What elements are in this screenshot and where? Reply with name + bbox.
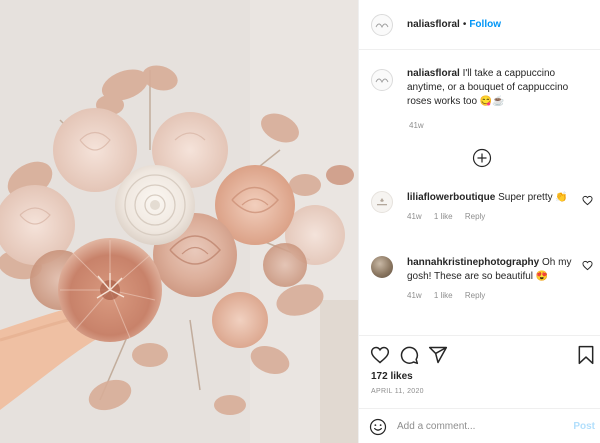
separator-dot: • bbox=[462, 19, 467, 30]
action-icons bbox=[370, 345, 594, 367]
comment-timestamp[interactable]: 41w bbox=[407, 212, 422, 221]
comment-likes[interactable]: 1 like bbox=[434, 291, 453, 300]
comment-item: hannahkristinephotography Oh my gosh! Th… bbox=[371, 256, 593, 303]
reply-button[interactable]: Reply bbox=[465, 212, 485, 221]
share-icon[interactable] bbox=[428, 345, 448, 365]
post-comment-button[interactable]: Post bbox=[573, 421, 595, 432]
heart-icon[interactable] bbox=[582, 260, 593, 271]
boutique-logo-icon bbox=[377, 198, 387, 206]
comment-body: liliaflowerboutique Super pretty 👏 41w 1… bbox=[407, 191, 577, 224]
bookmark-icon[interactable] bbox=[576, 345, 596, 365]
heart-icon[interactable] bbox=[370, 345, 390, 365]
comment-text: Super pretty 👏 bbox=[498, 192, 568, 203]
comment-meta: 41w 1 like Reply bbox=[407, 210, 577, 224]
post-actions: 172 likes APRIL 11, 2020 Post bbox=[359, 335, 600, 443]
comment-timestamp[interactable]: 41w bbox=[407, 291, 422, 300]
plus-circle-icon bbox=[472, 148, 492, 168]
comment-meta: 41w 1 like Reply bbox=[407, 289, 577, 303]
comment-item: liliaflowerboutique Super pretty 👏 41w 1… bbox=[371, 191, 593, 224]
naliasfloral-logo-icon bbox=[375, 23, 389, 28]
post-photo[interactable] bbox=[0, 0, 358, 443]
commenter-avatar[interactable] bbox=[371, 256, 393, 278]
comment-icon[interactable] bbox=[399, 345, 419, 365]
reply-button[interactable]: Reply bbox=[465, 291, 485, 300]
post-header: naliasfloral • Follow bbox=[359, 0, 600, 50]
follow-button[interactable]: Follow bbox=[469, 19, 501, 30]
load-more-comments-button[interactable] bbox=[472, 148, 492, 168]
instagram-post: naliasfloral • Follow naliasfloral I'll … bbox=[0, 0, 600, 443]
heart-icon[interactable] bbox=[582, 195, 593, 206]
smiley-icon[interactable] bbox=[369, 418, 387, 436]
comment-username[interactable]: hannahkristinephotography bbox=[407, 257, 539, 268]
bouquet-image bbox=[0, 0, 358, 443]
caption-timestamp[interactable]: 41w bbox=[409, 121, 424, 130]
post-date[interactable]: APRIL 11, 2020 bbox=[371, 388, 424, 395]
header-username[interactable]: naliasfloral bbox=[407, 19, 460, 30]
add-comment-input[interactable] bbox=[397, 421, 567, 432]
naliasfloral-logo-icon bbox=[375, 78, 389, 84]
comment-body: hannahkristinephotography Oh my gosh! Th… bbox=[407, 256, 577, 303]
post-caption: naliasfloral I'll take a cappuccino anyt… bbox=[371, 67, 593, 109]
caption-username[interactable]: naliasfloral bbox=[407, 68, 460, 79]
caption-avatar[interactable] bbox=[371, 69, 393, 91]
commenter-avatar[interactable] bbox=[371, 191, 393, 213]
avatar[interactable] bbox=[371, 13, 393, 36]
post-side-panel: naliasfloral • Follow naliasfloral I'll … bbox=[358, 0, 600, 443]
add-comment-bar: Post bbox=[359, 408, 600, 443]
comment-username[interactable]: liliaflowerboutique bbox=[407, 192, 495, 203]
likes-count[interactable]: 172 likes bbox=[371, 371, 413, 382]
caption-text-block: naliasfloral I'll take a cappuccino anyt… bbox=[407, 67, 585, 109]
comment-likes[interactable]: 1 like bbox=[434, 212, 453, 221]
